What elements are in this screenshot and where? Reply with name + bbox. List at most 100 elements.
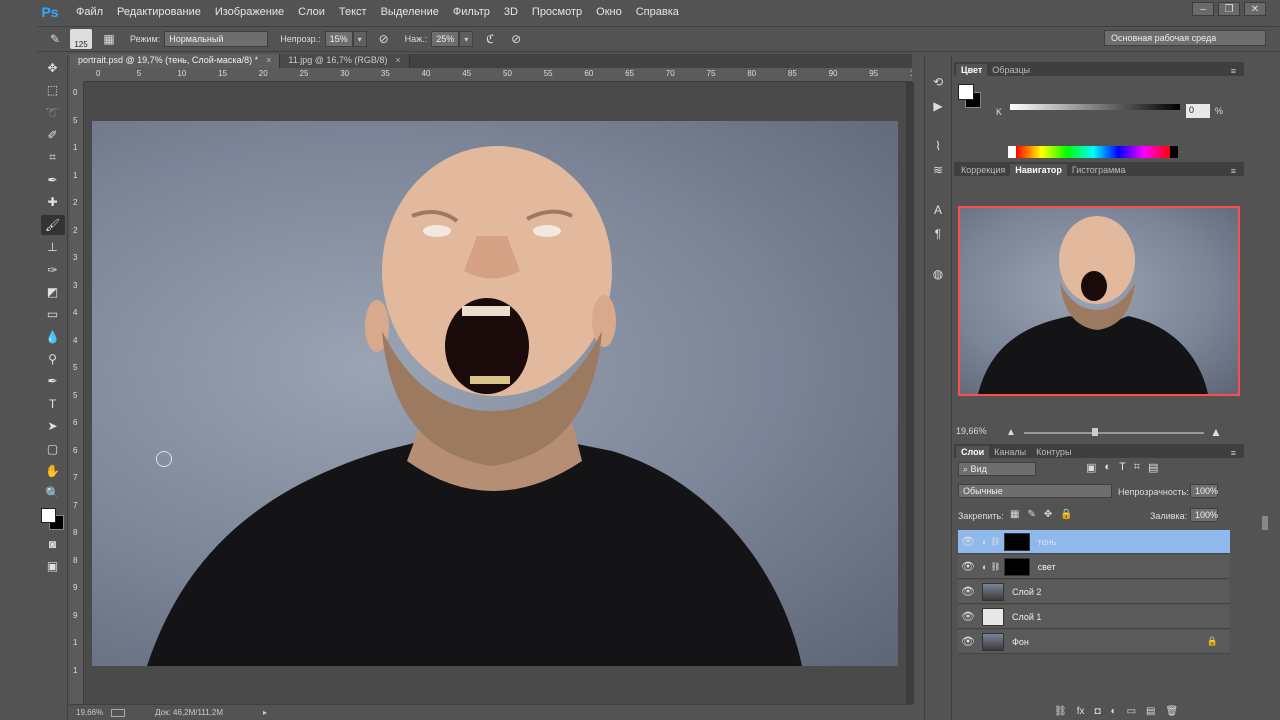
tab-histogram[interactable]: Гистограмма — [1067, 164, 1131, 176]
panel-menu-icon[interactable]: ≡ — [1231, 448, 1236, 458]
quick-mask-icon[interactable]: ◙ — [41, 534, 65, 554]
zoom-tool-icon[interactable]: 🔍 — [41, 483, 65, 503]
hand-tool-icon[interactable]: ✋ — [41, 461, 65, 481]
pressure-opacity-icon[interactable]: ⊘ — [375, 30, 393, 48]
restore-icon[interactable]: ❐ — [1218, 2, 1240, 16]
navigator-thumbnail[interactable] — [958, 206, 1240, 396]
menu-image[interactable]: Изображение — [215, 6, 284, 18]
healing-brush-tool-icon[interactable]: ✚ — [41, 192, 65, 212]
pressure-size-icon[interactable]: ⊘ — [507, 30, 525, 48]
new-layer-icon[interactable]: ▤ — [1146, 706, 1155, 717]
type-filter-icon[interactable]: T — [1119, 461, 1126, 474]
navigator-zoom-readout[interactable]: 19,66% — [956, 426, 987, 436]
layer-name[interactable]: свет — [1038, 562, 1056, 572]
actions-play-icon[interactable]: ▶ — [927, 96, 949, 116]
close-icon[interactable]: ✕ — [1244, 2, 1266, 16]
link-layers-icon[interactable]: ⛓ — [1054, 706, 1067, 717]
marquee-tool-icon[interactable]: ⬚ — [41, 80, 65, 100]
gradient-tool-icon[interactable]: ▭ — [41, 304, 65, 324]
k-slider[interactable] — [1010, 104, 1180, 110]
menu-select[interactable]: Выделение — [381, 6, 439, 18]
navigator-zoom-handle[interactable] — [1092, 428, 1098, 436]
workspace-select[interactable]: Основная рабочая среда — [1104, 30, 1266, 46]
navigator-zoom-slider[interactable] — [1024, 432, 1204, 434]
adjustment-filter-icon[interactable]: ◐ — [1104, 461, 1111, 474]
tab-portrait-psd[interactable]: portrait.psd @ 19,7% (тень, Слой-маска/8… — [70, 54, 281, 68]
mode-select[interactable]: Нормальный — [164, 31, 269, 47]
menu-3d[interactable]: 3D — [504, 6, 518, 18]
close-icon[interactable]: × — [395, 55, 400, 65]
menu-filter[interactable]: Фильтр — [453, 6, 490, 18]
paragraph-icon[interactable]: ¶ — [927, 224, 949, 244]
color-swatches[interactable] — [38, 506, 68, 532]
zoom-in-icon[interactable]: ▲ — [1210, 425, 1222, 439]
brush-preset-icon[interactable]: ✎ — [46, 30, 64, 48]
minimize-icon[interactable]: – — [1192, 2, 1214, 16]
opacity-input[interactable]: 15% — [324, 31, 353, 47]
menu-file[interactable]: Файл — [76, 6, 103, 18]
fx-icon[interactable]: fx — [1077, 706, 1085, 717]
layer-filter-select[interactable]: ⌕ Вид — [958, 462, 1036, 476]
status-icon[interactable] — [111, 708, 126, 717]
layer-row-light[interactable]: 👁 ◐ ⛓ свет — [958, 555, 1230, 579]
menu-help[interactable]: Справка — [636, 6, 679, 18]
menu-layers[interactable]: Слои — [298, 6, 325, 18]
layer-opacity-input[interactable]: 100% — [1190, 484, 1218, 498]
pixel-filter-icon[interactable]: ▣ — [1086, 461, 1096, 474]
trash-icon[interactable]: 🗑 — [1165, 706, 1178, 717]
layer-mask-thumbnail[interactable] — [1003, 557, 1030, 576]
chevron-down-icon[interactable]: ▾ — [352, 31, 367, 47]
flow-input[interactable]: 25% — [431, 31, 460, 47]
smart-object-filter-icon[interactable]: ▤ — [1148, 461, 1158, 474]
menu-view[interactable]: Просмотр — [532, 6, 582, 18]
brush-size-picker[interactable]: 125 — [70, 29, 92, 49]
layer-name[interactable]: Слой 1 — [1012, 612, 1041, 622]
brush-tool-icon[interactable]: 🖌 — [40, 214, 65, 235]
menu-edit[interactable]: Редактирование — [117, 6, 201, 18]
horizontal-ruler[interactable]: 0 5 10 15 20 25 30 35 40 45 50 55 60 65 70 75 80 85 90 95 1 — [84, 68, 912, 82]
pen-tool-icon[interactable]: ✒ — [41, 371, 65, 391]
blend-mode-select[interactable]: Обычные — [958, 484, 1112, 498]
eye-icon[interactable]: 👁 — [958, 585, 978, 598]
brush-settings-icon[interactable]: ⌇ — [927, 136, 949, 156]
foreground-color-swatch[interactable] — [41, 507, 56, 523]
vertical-scrollbar[interactable] — [906, 82, 914, 704]
layer-row-background[interactable]: 👁 Фон 🔒 — [958, 630, 1230, 654]
chevron-right-icon[interactable]: ▸ — [263, 708, 267, 717]
history-icon[interactable]: ⟲ — [927, 72, 949, 92]
lock-image-icon[interactable]: ✎ — [1027, 509, 1035, 520]
add-mask-icon[interactable]: ◘ — [1094, 706, 1100, 717]
screen-mode-icon[interactable]: ▣ — [41, 556, 65, 576]
vertical-ruler[interactable]: 0 5 1 1 2 2 3 3 4 4 5 5 6 6 7 7 8 8 9 9 1 1 — [70, 82, 84, 704]
lock-all-icon[interactable]: 🔒 — [1060, 509, 1072, 520]
layer-row-layer2[interactable]: 👁 Слой 2 — [958, 580, 1230, 604]
layer-name[interactable]: тень — [1038, 537, 1057, 547]
panel-menu-icon[interactable]: ≡ — [1231, 66, 1236, 76]
tab-color[interactable]: Цвет — [956, 64, 988, 76]
zoom-out-icon[interactable]: ▲ — [1006, 427, 1016, 438]
type-tool-icon[interactable]: T — [41, 394, 65, 414]
close-icon[interactable]: × — [266, 55, 271, 65]
lasso-tool-icon[interactable]: ➰ — [41, 103, 65, 123]
link-icon[interactable]: ⛓ — [990, 537, 1000, 546]
new-adjustment-icon[interactable]: ◐ — [1111, 706, 1117, 717]
tab-layers[interactable]: Слои — [956, 446, 990, 458]
layers-scroll-thumb[interactable] — [1262, 516, 1268, 530]
eraser-tool-icon[interactable]: ◩ — [41, 282, 65, 302]
shape-filter-icon[interactable]: ⌗ — [1134, 461, 1140, 474]
shape-tool-icon[interactable]: ▢ — [41, 439, 65, 459]
panel-menu-icon[interactable]: ≡ — [1231, 166, 1236, 176]
character-icon[interactable]: A — [927, 200, 949, 220]
move-tool-icon[interactable]: ✥ — [41, 58, 65, 78]
layer-name[interactable]: Слой 2 — [1012, 587, 1041, 597]
history-brush-tool-icon[interactable]: ✑ — [41, 260, 65, 280]
ruler-corner[interactable] — [70, 68, 84, 82]
clone-source-icon[interactable]: ≋ — [927, 160, 949, 180]
link-icon[interactable]: ⛓ — [990, 562, 1000, 571]
document-canvas[interactable] — [92, 121, 898, 666]
eye-icon[interactable]: 👁 — [958, 610, 978, 623]
menu-type[interactable]: Текст — [339, 6, 367, 18]
tool-presets-icon[interactable]: ◍ — [927, 264, 949, 284]
blur-tool-icon[interactable]: 💧 — [41, 327, 65, 347]
dodge-tool-icon[interactable]: ⚲ — [41, 349, 65, 369]
